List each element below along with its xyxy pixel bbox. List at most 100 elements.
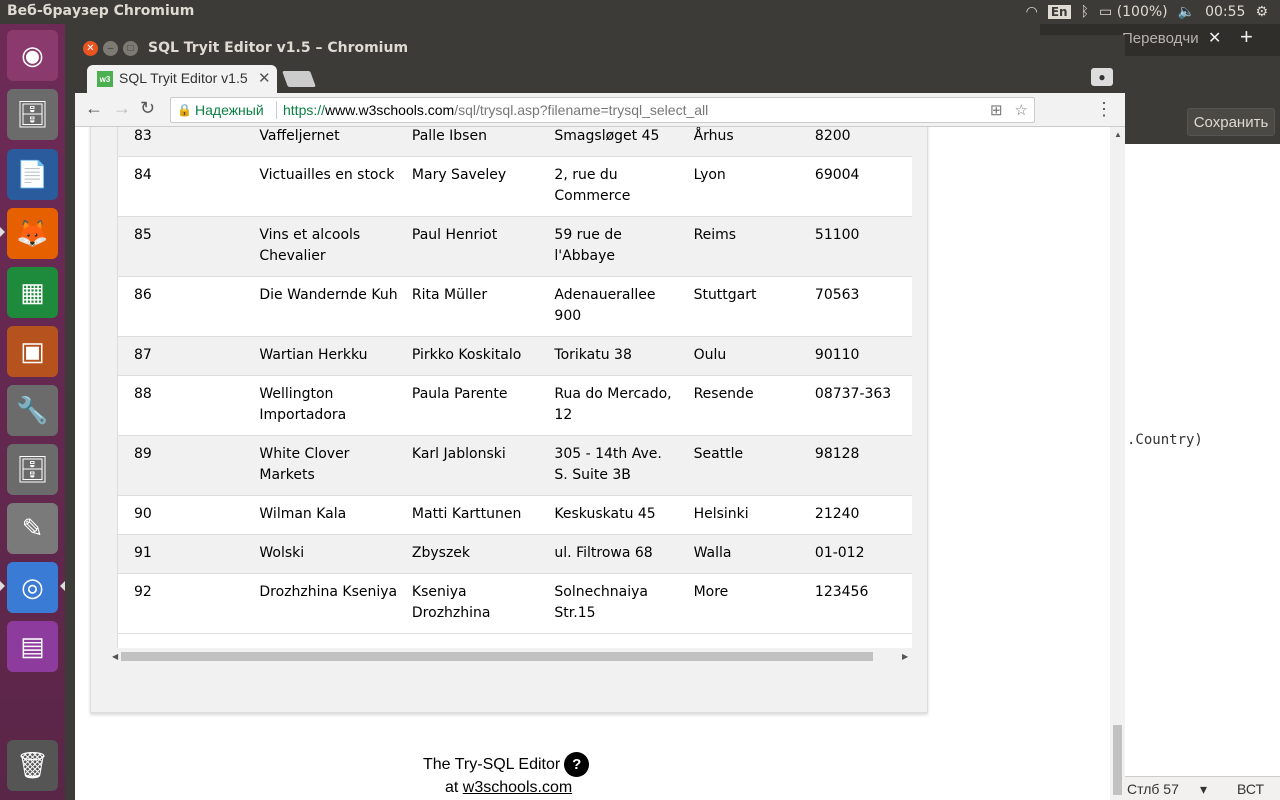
table-row: 89 White Clover Markets Karl Jablonski 305 … [118,435,912,496]
new-tab-button[interactable] [282,71,316,87]
table-cell: 8200 [814,127,912,157]
table-cell: 92 [118,573,260,634]
files-icon[interactable]: 🗄 [7,89,58,140]
close-window-button[interactable]: ✕ [83,41,98,56]
address-bar[interactable]: 🔒 Надежный https://www.w3schools.com/sql… [170,97,1035,123]
table-row: 83 Vaffeljernet Palle Ibsen Smagsløget 45 År… [118,127,912,157]
bluetooth-icon[interactable]: ᛒ [1081,4,1089,20]
background-app: Сохранить .Country) Стлб 57 ▾ ВСТ [1125,24,1280,800]
url-text[interactable]: https://www.w3schools.com/sql/trysql.asp… [283,102,708,118]
table-cell: Zbyszek [411,534,555,574]
scrollbar-thumb[interactable] [121,652,873,661]
table-cell: 88 [118,375,260,436]
new-tab-icon[interactable]: + [1240,24,1253,50]
table-row: 92 Drozhzhina Kseniya Kseniya Drozhzhina So… [118,573,912,634]
table-cell: Torikatu 38 [554,336,694,376]
chevron-down-icon[interactable]: ▾ [1200,781,1207,798]
keyboard-layout-indicator[interactable]: En [1047,5,1071,19]
workspaces-icon[interactable]: ▤ [7,621,58,672]
trash-icon[interactable]: 🗑 [7,740,58,791]
table-cell: Die Wandernde Kuh [259,276,412,337]
table-cell: Wilman Kala [259,495,412,535]
ubuntu-dash-icon[interactable]: ◉ [7,30,58,81]
status-bar: Стлб 57 ▾ ВСТ [1125,776,1280,800]
table-cell: 69004 [814,156,912,217]
lock-icon[interactable]: 🔒 [177,103,192,117]
text-editor-icon[interactable]: ✎ [7,503,58,554]
maximize-window-button[interactable]: □ [123,41,138,56]
table-cell: Walla [693,534,815,574]
table-cell: 70563 [814,276,912,337]
divider [276,101,277,119]
volume-icon[interactable]: 🔈 [1178,4,1195,20]
table-cell: 2, rue du Commerce [554,156,694,217]
scroll-right-icon[interactable]: ▶ [902,652,908,661]
secure-label[interactable]: Надежный [195,102,264,118]
table-cell: Palle Ibsen [411,127,555,157]
result-table-container: 83 Vaffeljernet Palle Ibsen Smagsløget 45 År… [117,127,912,648]
forward-icon[interactable]: → [113,98,131,119]
table-row: 91 Wolski Zbyszek ul. Filtrowa 68 Walla 01-01… [118,534,912,574]
running-indicator [0,227,5,237]
table-cell: Wartian Herkku [259,336,412,376]
clock[interactable]: 00:55 [1205,4,1245,20]
background-tab-label[interactable]: Переводчи [1122,30,1199,47]
table-cell: 86 [118,276,260,337]
files-2-icon[interactable]: 🗄 [7,444,58,495]
bookmark-star-icon[interactable]: ☆ [1015,101,1028,119]
save-button[interactable]: Сохранить [1187,108,1275,136]
horizontal-scrollbar[interactable]: ◀ ▶ [109,648,911,665]
table-cell: Stuttgart [693,276,815,337]
page-viewport: 83 Vaffeljernet Palle Ibsen Smagsløget 45 År… [75,127,1125,800]
window-titlebar: ✕ – □ SQL Tryit Editor v1.5 – Chromium [75,35,1125,63]
gear-icon[interactable]: ⚙ [1255,4,1268,20]
running-indicator [0,581,5,591]
launcher: ◉ 🗄 📄 🦊 ▦ ▣ 🔧 🗄 ✎ ◎ ▤ 🗑 [0,24,65,800]
close-icon[interactable]: ✕ [258,69,271,87]
table-cell: Vaffeljernet [259,127,412,157]
table-cell: Seattle [693,435,815,496]
impress-icon[interactable]: ▣ [7,326,58,377]
scrollbar-thumb[interactable] [1113,725,1122,795]
translate-icon[interactable]: ⊞ [990,101,1003,119]
table-cell: Vins et alcools Chevalier [259,216,412,277]
help-icon[interactable]: ? [564,752,590,777]
settings-icon[interactable]: 🔧 [7,385,58,436]
table-cell: Resende [693,375,815,436]
battery-indicator[interactable]: ▭ (100%) [1099,4,1168,20]
w3schools-link[interactable]: w3schools.com [463,779,572,796]
tab-sql-tryit[interactable]: w3 SQL Tryit Editor v1.5 ✕ [87,65,277,93]
table-cell: Reims [693,216,815,277]
vertical-scrollbar[interactable]: ▲ [1110,127,1125,800]
chromium-icon[interactable]: ◎ [7,562,58,613]
table-cell: Victuailles en stock [259,156,412,217]
footer-at: at [445,779,459,796]
writer-icon[interactable]: 📄 [7,149,58,200]
minimize-window-button[interactable]: – [103,41,118,56]
table-cell: Keskuskatu 45 [554,495,694,535]
table-cell: Karl Jablonski [411,435,555,496]
calc-icon[interactable]: ▦ [7,267,58,318]
wifi-icon[interactable]: ◠ [1026,4,1038,20]
menu-icon[interactable]: ⋮ [1095,99,1113,120]
table-cell: 98128 [814,435,912,496]
table-cell: White Clover Markets [259,435,412,496]
scroll-left-icon[interactable]: ◀ [112,652,118,661]
reload-icon[interactable]: ↻ [140,98,155,119]
back-icon[interactable]: ← [85,98,103,119]
close-icon[interactable]: ✕ [1208,28,1221,48]
table-cell: 85 [118,216,260,277]
firefox-icon[interactable]: 🦊 [7,208,58,259]
table-cell: 91 [118,534,260,574]
table-cell: Pirkko Koskitalo [411,336,555,376]
table-cell: Rita Müller [411,276,555,337]
table-cell: 01-012 [814,534,912,574]
table-cell: More [693,573,815,634]
table-cell: 83 [118,127,260,157]
table-row: 87 Wartian Herkku Pirkko Koskitalo Torikatu… [118,336,912,376]
browser-window: ✕ – □ SQL Tryit Editor v1.5 – Chromium w… [75,35,1125,800]
profile-icon[interactable]: ● [1091,68,1113,86]
scroll-up-icon[interactable]: ▲ [1114,130,1122,139]
table-cell: Paul Henriot [411,216,555,277]
result-table: 83 Vaffeljernet Palle Ibsen Smagsløget 45 År… [118,127,912,634]
